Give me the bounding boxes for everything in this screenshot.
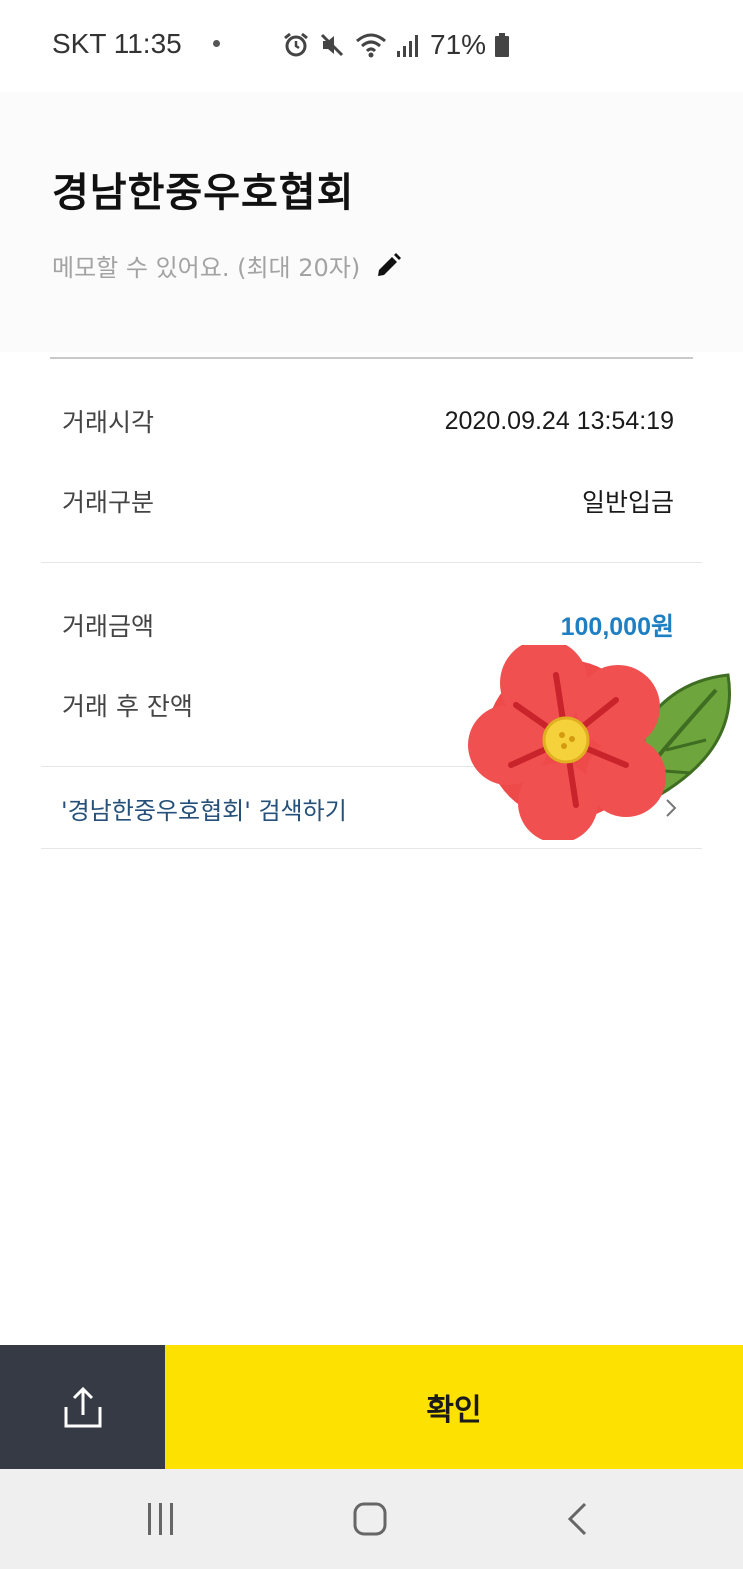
share-icon[interactable] <box>63 1385 103 1429</box>
bottom-action-bar: 확인 <box>0 1345 743 1469</box>
recent-apps-icon[interactable] <box>144 1502 178 1536</box>
detail-label: 거래시각 <box>62 408 155 437</box>
section-divider <box>41 848 702 849</box>
confirm-button[interactable]: 확인 <box>165 1345 743 1469</box>
home-icon[interactable] <box>352 1501 388 1537</box>
flower-icon <box>468 645 666 840</box>
battery-percent: 71% <box>430 29 487 60</box>
header <box>0 92 743 352</box>
section-divider <box>41 562 702 563</box>
status-bar: SKT 11:35 71% <box>0 0 743 92</box>
flower-sticker <box>468 645 731 840</box>
detail-label: 거래 후 잔액 <box>62 692 193 721</box>
detail-label: 거래구분 <box>62 488 155 517</box>
battery-icon <box>495 33 510 57</box>
detail-value: 2020.09.24 13:54:19 <box>444 406 674 435</box>
signal-icon <box>397 35 418 57</box>
memo-field[interactable]: 메모할 수 있어요. (최대 20자) <box>52 248 402 283</box>
notification-dot <box>213 40 220 47</box>
search-link-text[interactable]: '경남한중우호협회' 검색하기 <box>61 791 347 826</box>
wifi-icon <box>356 33 386 58</box>
alarm-icon <box>284 32 308 57</box>
status-carrier-time: SKT 11:35 <box>52 28 182 59</box>
pencil-icon[interactable] <box>374 252 402 280</box>
detail-row-amount: 거래금액 100,000원 <box>62 605 674 645</box>
share-button[interactable] <box>0 1345 165 1469</box>
detail-row-time: 거래시각 2020.09.24 13:54:19 <box>62 401 674 441</box>
mute-icon <box>320 33 344 57</box>
status-icons: 71% <box>282 28 510 62</box>
recent-apps-button[interactable] <box>141 1499 181 1539</box>
detail-value: 일반입금 <box>581 488 674 517</box>
back-button[interactable] <box>557 1499 597 1539</box>
page-title: 경남한중우호협회 <box>52 170 355 216</box>
home-button[interactable] <box>350 1499 390 1539</box>
detail-label: 거래금액 <box>62 612 155 641</box>
detail-row-type: 거래구분 일반입금 <box>62 481 674 521</box>
navigation-bar <box>0 1469 743 1569</box>
header-divider <box>50 357 693 359</box>
memo-placeholder[interactable]: 메모할 수 있어요. (최대 20자) <box>52 248 360 283</box>
amount-value: 100,000원 <box>560 613 674 641</box>
back-icon[interactable] <box>565 1501 589 1537</box>
